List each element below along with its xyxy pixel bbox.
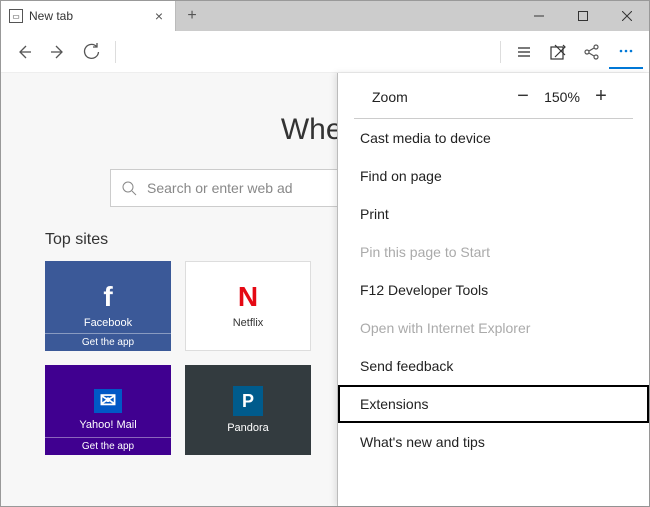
web-note-button[interactable]: [541, 35, 575, 69]
tab-title: New tab: [29, 9, 151, 23]
toolbar: [1, 31, 649, 73]
get-app-link[interactable]: Get the app: [45, 333, 171, 351]
minimize-button[interactable]: [517, 1, 561, 31]
tile-facebook[interactable]: f Facebook Get the app: [45, 261, 171, 351]
more-button[interactable]: [609, 35, 643, 69]
tab-close-button[interactable]: ×: [151, 8, 167, 24]
zoom-out-button[interactable]: −: [509, 85, 537, 108]
browser-tab[interactable]: ▭ New tab ×: [1, 1, 176, 31]
menu-find-on-page[interactable]: Find on page: [338, 157, 649, 195]
window-close-button[interactable]: [605, 1, 649, 31]
tile-netflix[interactable]: N Netflix: [185, 261, 311, 351]
reading-view-button[interactable]: [507, 35, 541, 69]
menu-print[interactable]: Print: [338, 195, 649, 233]
separator: [115, 41, 116, 63]
tile-label: Yahoo! Mail: [79, 419, 136, 431]
tile-pandora[interactable]: P Pandora: [185, 365, 311, 455]
netflix-icon: N: [238, 283, 258, 311]
search-icon: [121, 180, 137, 196]
menu-f12-devtools[interactable]: F12 Developer Tools: [338, 271, 649, 309]
new-tab-button[interactable]: +: [176, 1, 208, 31]
share-button[interactable]: [575, 35, 609, 69]
separator: [500, 41, 501, 63]
tile-label: Pandora: [227, 422, 269, 434]
facebook-icon: f: [103, 283, 112, 311]
get-app-link[interactable]: Get the app: [45, 437, 171, 455]
menu-cast-media[interactable]: Cast media to device: [338, 119, 649, 157]
menu-send-feedback[interactable]: Send feedback: [338, 347, 649, 385]
menu-pin-to-start: Pin this page to Start: [338, 233, 649, 271]
tile-yahoo-mail[interactable]: ✉ Yahoo! Mail Get the app: [45, 365, 171, 455]
zoom-in-button[interactable]: +: [587, 85, 615, 108]
back-button[interactable]: [7, 35, 41, 69]
tile-label: Facebook: [84, 317, 132, 329]
zoom-row: Zoom − 150% +: [354, 73, 633, 119]
mail-icon: ✉: [94, 389, 123, 413]
zoom-label: Zoom: [372, 89, 509, 105]
zoom-value: 150%: [537, 89, 587, 105]
forward-button[interactable]: [41, 35, 75, 69]
menu-open-ie: Open with Internet Explorer: [338, 309, 649, 347]
pandora-icon: P: [233, 386, 263, 416]
more-menu: Zoom − 150% + Cast media to device Find …: [337, 73, 649, 506]
menu-whats-new[interactable]: What's new and tips: [338, 423, 649, 461]
maximize-button[interactable]: [561, 1, 605, 31]
titlebar: ▭ New tab × +: [1, 1, 649, 31]
refresh-button[interactable]: [75, 35, 109, 69]
tile-label: Netflix: [233, 317, 264, 329]
search-placeholder: Search or enter web ad: [147, 180, 293, 196]
menu-extensions[interactable]: Extensions: [338, 385, 649, 423]
tab-favicon: ▭: [9, 9, 23, 23]
